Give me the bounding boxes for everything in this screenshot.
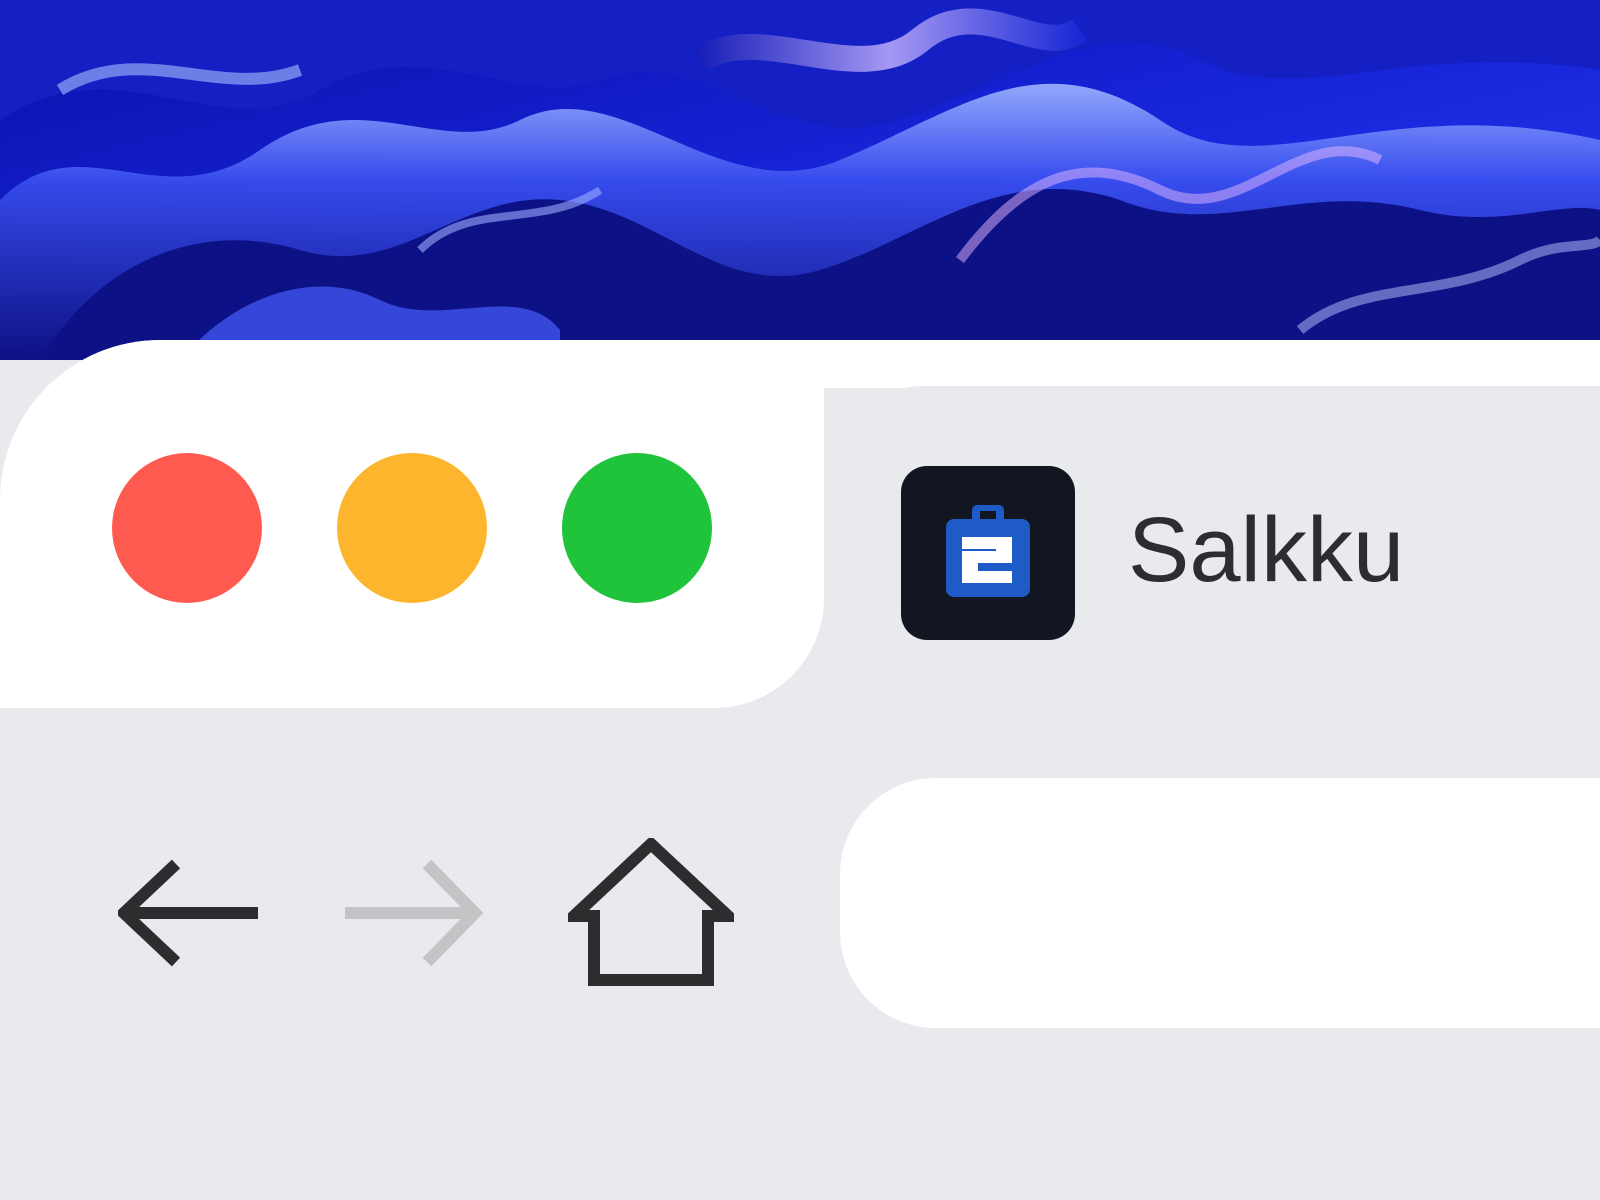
url-input[interactable] xyxy=(930,778,1594,1030)
close-button[interactable] xyxy=(112,453,262,603)
minimize-button[interactable] xyxy=(337,453,487,603)
home-icon xyxy=(558,835,744,990)
tab-strip-background xyxy=(824,340,1600,388)
arrow-left-icon xyxy=(115,859,258,972)
maximize-button[interactable] xyxy=(562,453,712,603)
browser-window: Salkku xyxy=(0,340,1600,1200)
briefcase-e-logo-icon xyxy=(946,504,1030,602)
back-button[interactable] xyxy=(115,858,258,973)
arrow-right-icon xyxy=(345,859,485,972)
desktop-wallpaper xyxy=(0,0,1600,360)
favicon xyxy=(901,466,1075,640)
tab-title: Salkku xyxy=(1128,499,1405,601)
address-bar[interactable] xyxy=(840,778,1600,1030)
forward-button[interactable] xyxy=(345,858,485,973)
home-button[interactable] xyxy=(558,835,744,991)
